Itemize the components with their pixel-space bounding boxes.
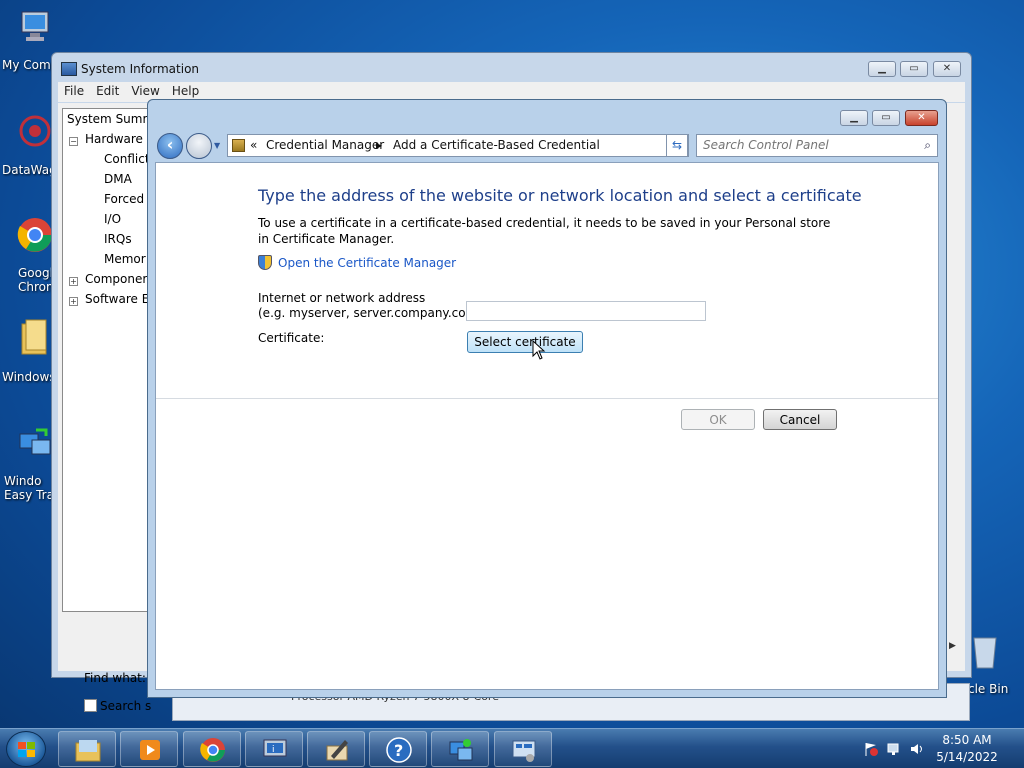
address-label-line2: (e.g. myserver, server.company.com): [258, 306, 486, 320]
taskbar-help[interactable]: ? [369, 731, 427, 767]
system-information-icon: i [263, 739, 287, 757]
control-panel-icon [232, 139, 245, 152]
edit-pen-icon [326, 740, 348, 761]
search-icon[interactable]: ⌕ [924, 138, 931, 153]
media-player-icon [140, 740, 160, 760]
title-bar[interactable]: System Information ▁ ▭ ✕ [52, 53, 971, 85]
navigation-bar: ‹ ▼ « Credential Manager ▶ Add a Certifi… [154, 132, 940, 160]
system-information-icon [61, 62, 77, 76]
volume-icon[interactable] [909, 741, 925, 757]
desktop-icon-label: cle Bin [968, 682, 1009, 696]
close-button[interactable]: ✕ [933, 61, 961, 77]
action-center-flag-icon[interactable] [863, 741, 879, 757]
breadcrumb-add-certificate-credential: Add a Certificate-Based Credential [393, 138, 600, 152]
dialog-content: Type the address of the website or netwo… [155, 162, 939, 690]
tree-item-io[interactable]: I/O [104, 212, 121, 226]
breadcrumb-separator-icon[interactable]: ▶ [376, 141, 382, 150]
taskbar-explorer[interactable] [58, 731, 116, 767]
network-address-input[interactable] [466, 301, 706, 321]
menu-view[interactable]: View [125, 82, 165, 100]
address-label: Internet or network address (e.g. myserv… [258, 291, 486, 321]
datawag-icon [19, 115, 51, 147]
recent-pages-dropdown-icon[interactable]: ▼ [214, 141, 220, 150]
svg-text:i: i [272, 745, 275, 755]
help-icon: ? [386, 737, 412, 763]
folder-icon [21, 319, 47, 355]
page-description: To use a certificate in a certificate-ba… [258, 216, 831, 246]
tree-item-components[interactable]: Componer [85, 272, 147, 286]
open-certificate-manager-link[interactable]: Open the Certificate Manager [258, 255, 456, 270]
divider [156, 398, 938, 399]
chrome-icon [200, 738, 225, 762]
find-what-label: Find what: [84, 671, 146, 685]
window-title: System Information [81, 62, 200, 76]
expand-icon[interactable]: + [69, 277, 78, 286]
search-checkbox-label: Search s [100, 699, 152, 713]
windows-logo-icon [18, 742, 35, 757]
close-button[interactable]: ✕ [905, 110, 938, 126]
collapse-icon[interactable]: − [69, 137, 78, 146]
desktop-icon-label: My Comp [2, 58, 59, 72]
select-certificate-button[interactable]: Select certificate [467, 331, 583, 353]
search-selected-row: Search s [84, 699, 151, 713]
clock-date[interactable]: 5/14/2022 [932, 750, 1002, 764]
tree-item-hardware[interactable]: Hardware [85, 132, 143, 146]
menu-help[interactable]: Help [166, 82, 205, 100]
forward-arrow-icon[interactable] [186, 133, 212, 159]
uac-shield-icon [258, 255, 272, 270]
explorer-icon [75, 740, 101, 762]
ok-button[interactable]: OK [681, 409, 755, 430]
search-input[interactable] [703, 138, 908, 152]
tree-item-conflicts[interactable]: Conflict [104, 152, 150, 166]
credential-manager-window: ▁ ▭ ✕ ‹ ▼ « Credential Manager ▶ Add a C… [147, 99, 947, 698]
tree-item-memory[interactable]: Memor [104, 252, 146, 266]
maximize-button[interactable]: ▭ [900, 61, 928, 77]
address-label-line1: Internet or network address [258, 291, 426, 305]
minimize-button[interactable]: ▁ [868, 61, 896, 77]
link-text: Open the Certificate Manager [278, 256, 457, 270]
desktop-icon-label: DataWag [2, 163, 57, 177]
search-checkbox[interactable] [84, 699, 97, 712]
start-button[interactable] [6, 731, 46, 767]
network-icon [449, 739, 473, 761]
breadcrumb-overflow[interactable]: « [250, 138, 257, 152]
minimize-button[interactable]: ▁ [840, 110, 868, 126]
control-panel-icon [512, 740, 536, 762]
tree-item-forced[interactable]: Forced [104, 192, 144, 206]
cancel-button[interactable]: Cancel [763, 409, 837, 430]
tree-item-software[interactable]: Software E [85, 292, 149, 306]
address-bar[interactable]: « Credential Manager ▶ Add a Certificate… [227, 134, 689, 157]
system-tray: 8:50 AM 5/14/2022 [859, 729, 1024, 768]
taskbar-control-panel[interactable] [494, 731, 552, 767]
search-box[interactable]: ⌕ [696, 134, 938, 157]
expand-icon[interactable]: + [69, 297, 78, 306]
easy-transfer-icon [19, 428, 51, 455]
scroll-right-arrow[interactable]: ▶ [949, 641, 961, 661]
menu-file[interactable]: File [58, 82, 90, 100]
clock-time[interactable]: 8:50 AM [932, 733, 1002, 747]
chrome-icon [17, 218, 52, 252]
menu-edit[interactable]: Edit [90, 82, 125, 100]
taskbar-system-information[interactable]: i [245, 731, 303, 767]
mouse-cursor-icon [532, 340, 546, 360]
certificate-label: Certificate: [258, 331, 325, 345]
breadcrumb-credential-manager[interactable]: Credential Manager [266, 138, 384, 152]
tree-item-dma[interactable]: DMA [104, 172, 132, 186]
taskbar-chrome[interactable] [183, 731, 241, 767]
taskbar-easy-transfer[interactable] [431, 731, 489, 767]
taskbar-app-pen[interactable] [307, 731, 365, 767]
tree-item-system-summary[interactable]: System Summ [67, 112, 154, 126]
desktop-icon-label: Windows [2, 370, 56, 384]
taskbar: i ? 8:50 AM 5/14/2022 [0, 728, 1024, 768]
page-heading: Type the address of the website or netwo… [258, 186, 862, 205]
taskbar-media-player[interactable] [120, 731, 178, 767]
back-arrow-icon[interactable]: ‹ [157, 133, 183, 159]
svg-text:?: ? [394, 741, 403, 760]
maximize-button[interactable]: ▭ [872, 110, 900, 126]
tree-item-irqs[interactable]: IRQs [104, 232, 132, 246]
network-status-icon[interactable] [886, 741, 902, 757]
refresh-icon[interactable]: ⇆ [666, 134, 688, 157]
desktop-icon-label: Windo Easy Tra [4, 474, 54, 502]
computer-icon [21, 11, 49, 41]
